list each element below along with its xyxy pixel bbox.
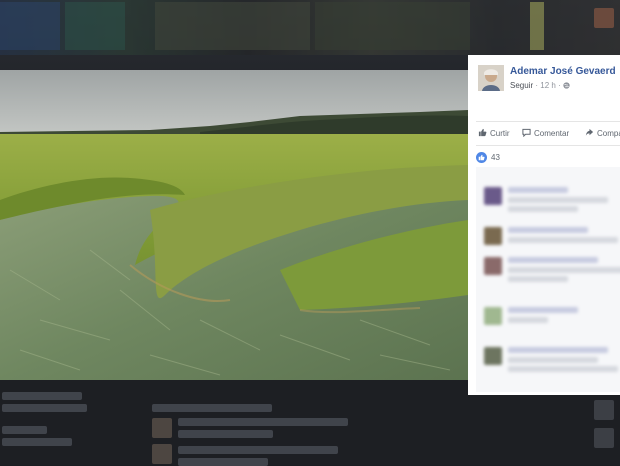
list-item — [484, 345, 620, 375]
share-icon — [585, 128, 594, 139]
share-button[interactable]: Compar — [585, 128, 620, 139]
comment-label: Comentar — [534, 129, 570, 138]
avatar — [484, 187, 502, 205]
list-item — [484, 255, 620, 285]
share-label: Compar — [597, 129, 620, 138]
post-author-name[interactable]: Ademar José Gevaerd — [510, 66, 616, 77]
comments-list — [476, 167, 620, 392]
post-time[interactable]: 12 h — [540, 81, 556, 90]
reactions-summary[interactable]: 43 — [476, 152, 500, 163]
post-photo[interactable] — [0, 70, 468, 380]
reactions-count: 43 — [491, 153, 500, 162]
follow-link[interactable]: Seguir — [510, 81, 533, 90]
list-item — [484, 185, 620, 215]
like-reaction-icon — [476, 152, 487, 163]
globe-icon — [563, 81, 570, 90]
avatar — [484, 307, 502, 325]
avatar — [484, 347, 502, 365]
list-item — [484, 225, 620, 255]
list-item — [484, 305, 620, 335]
comment-icon — [522, 128, 531, 139]
author-avatar[interactable] — [478, 65, 504, 91]
like-label: Curtir — [490, 129, 510, 138]
divider — [476, 145, 620, 146]
background-feed-top — [0, 0, 620, 55]
avatar — [484, 227, 502, 245]
post-meta: Seguir · 12 h · — [510, 81, 570, 90]
avatar — [484, 257, 502, 275]
post-actions: Curtir Comentar Compar — [476, 128, 620, 142]
like-button[interactable]: Curtir — [478, 128, 510, 139]
divider — [476, 121, 620, 122]
thumbs-up-icon — [478, 128, 487, 139]
post-panel: Ademar José Gevaerd Seguir · 12 h · Curt… — [468, 55, 620, 395]
comment-button[interactable]: Comentar — [522, 128, 569, 139]
